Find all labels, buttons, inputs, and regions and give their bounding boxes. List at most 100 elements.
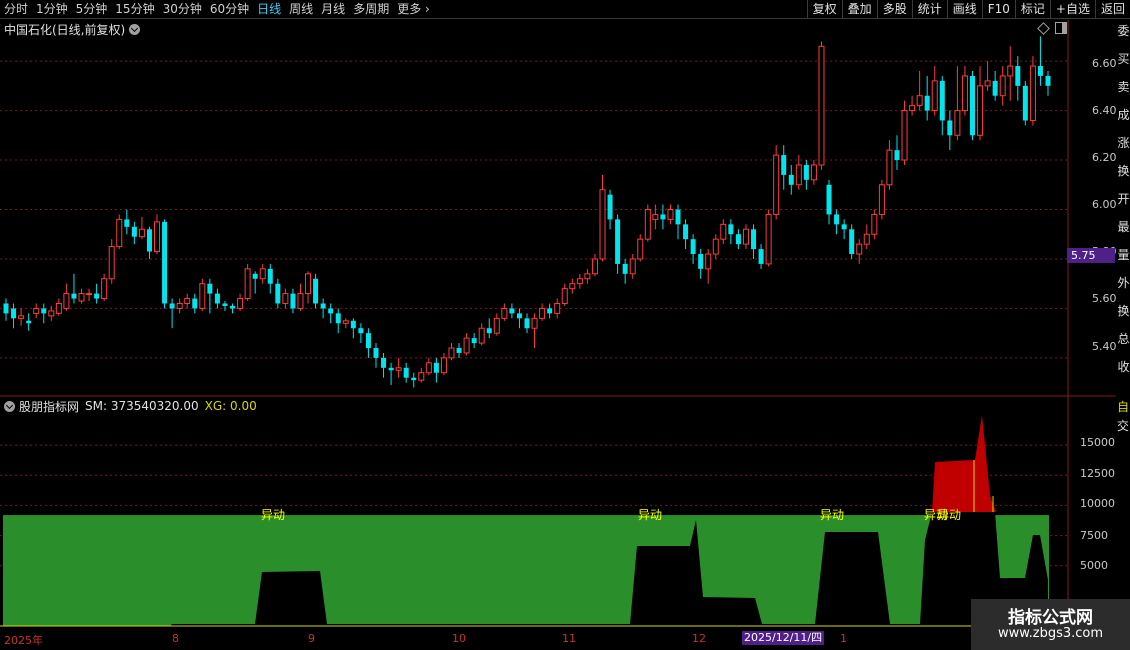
candle-body — [48, 310, 55, 317]
quote-strip-char: 卖 — [1117, 80, 1130, 94]
candle-body — [463, 337, 470, 354]
candle-body — [381, 357, 387, 368]
candle-body — [313, 278, 319, 304]
candle-body — [192, 298, 198, 309]
candle-body — [1029, 65, 1036, 121]
candle-body — [954, 110, 961, 136]
candle-body — [1007, 65, 1014, 77]
window-toggle-icon[interactable] — [1055, 22, 1067, 34]
candle-body — [486, 328, 492, 334]
price-axis-label: 5.60 — [1092, 292, 1117, 305]
candle-body — [803, 164, 809, 180]
candle-body — [433, 362, 439, 373]
candle-body — [607, 194, 613, 220]
date-label-aug: 8 — [172, 632, 179, 645]
candle-body — [199, 283, 206, 309]
tab-1min[interactable]: 1分钟 — [32, 0, 72, 19]
indicator-axis-top-char: 自 — [1117, 400, 1130, 414]
candle-body — [478, 327, 485, 344]
candle-body — [637, 238, 644, 260]
price-axis-label: 6.00 — [1092, 198, 1117, 211]
watermark-logo: 指标公式网 www.zbgs3.com — [971, 599, 1130, 650]
candle-body — [863, 233, 870, 245]
candle-body — [667, 209, 674, 220]
candle-body — [675, 209, 681, 225]
candle-body — [751, 229, 757, 250]
tab-fenshi[interactable]: 分时 — [0, 0, 32, 19]
tab-monthly[interactable]: 月线 — [317, 0, 349, 19]
candle-body — [576, 278, 583, 285]
candle-body — [176, 302, 183, 309]
multi-stock-button[interactable]: 多股 — [876, 0, 912, 19]
candle-body — [554, 302, 561, 314]
tab-5min[interactable]: 5分钟 — [72, 0, 112, 19]
candle-body — [591, 258, 598, 275]
candle-body — [712, 238, 719, 255]
price-axis-label: 6.20 — [1092, 151, 1117, 164]
tab-more[interactable]: 更多 › — [393, 0, 434, 19]
f10-button[interactable]: F10 — [981, 0, 1015, 19]
candle-body — [41, 308, 47, 314]
candle-body — [86, 293, 93, 296]
candle-body — [939, 80, 945, 121]
candle-body — [561, 288, 568, 304]
tab-more-label: 更多 — [397, 2, 422, 16]
candle-body — [252, 273, 258, 279]
chevron-down-icon[interactable] — [129, 23, 141, 35]
action-buttons: 复权 叠加 多股 统计 画线 F10 标记 +自选 返回 — [806, 0, 1130, 19]
candle-body — [690, 239, 696, 255]
tab-daily[interactable]: 日线 — [253, 0, 285, 19]
candle-body — [440, 357, 447, 374]
candle-body — [124, 219, 130, 227]
candle-body — [660, 214, 666, 220]
candle-body — [735, 234, 741, 245]
candle-body — [1022, 85, 1028, 121]
quote-strip-char: 总 — [1117, 332, 1130, 346]
chevron-down-icon[interactable] — [4, 400, 15, 412]
add-watchlist-button[interactable]: +自选 — [1049, 0, 1095, 19]
candle-body — [818, 45, 825, 166]
indicator-axis-top-char2: 交 — [1117, 419, 1130, 433]
tab-60min[interactable]: 60分钟 — [206, 0, 253, 19]
tab-multi-period[interactable]: 多周期 — [349, 0, 393, 19]
candle-body — [1015, 66, 1021, 86]
quote-strip-char: 量 — [1117, 248, 1130, 262]
candle-body — [539, 307, 546, 319]
candle-body — [992, 80, 998, 96]
quote-strip-char: 外 — [1117, 276, 1130, 290]
candle-body — [886, 149, 893, 186]
statistics-button[interactable]: 统计 — [911, 0, 947, 19]
tab-15min[interactable]: 15分钟 — [111, 0, 158, 19]
candle-body — [569, 283, 576, 290]
mark-button[interactable]: 标记 — [1014, 0, 1050, 19]
candle-body — [999, 75, 1006, 97]
candle-body — [810, 164, 817, 181]
candle-body — [728, 224, 734, 235]
draw-line-button[interactable]: 画线 — [946, 0, 982, 19]
back-button[interactable]: 返回 — [1094, 0, 1130, 19]
candle-body — [335, 313, 341, 324]
candle-body — [395, 367, 402, 371]
candle-body — [856, 243, 863, 255]
candle-body — [282, 293, 289, 304]
crosshair-date-tag: 2025/12/11/四 — [742, 631, 825, 645]
price-axis-label: 6.60 — [1092, 57, 1117, 70]
indicator-axis-label: 12500 — [1080, 467, 1115, 480]
candle-body — [826, 184, 832, 215]
fuquan-button[interactable]: 复权 — [806, 0, 842, 19]
tab-30min[interactable]: 30分钟 — [159, 0, 206, 19]
tab-weekly[interactable]: 周线 — [285, 0, 317, 19]
candle-body — [388, 367, 394, 371]
candle-body — [11, 308, 17, 319]
chevron-right-icon: › — [425, 2, 430, 16]
candle-body — [169, 303, 175, 309]
indicator-header: 股朋指标网 SM: 373540320.00 XG: 0.00 — [0, 397, 257, 415]
candle-body — [622, 263, 628, 274]
overlay-button[interactable]: 叠加 — [841, 0, 877, 19]
candle-body — [267, 268, 273, 284]
candle-body — [131, 226, 137, 237]
candle-body — [977, 85, 984, 136]
candle-body — [720, 223, 727, 240]
candle-body — [244, 268, 251, 300]
candle-body — [841, 224, 847, 230]
